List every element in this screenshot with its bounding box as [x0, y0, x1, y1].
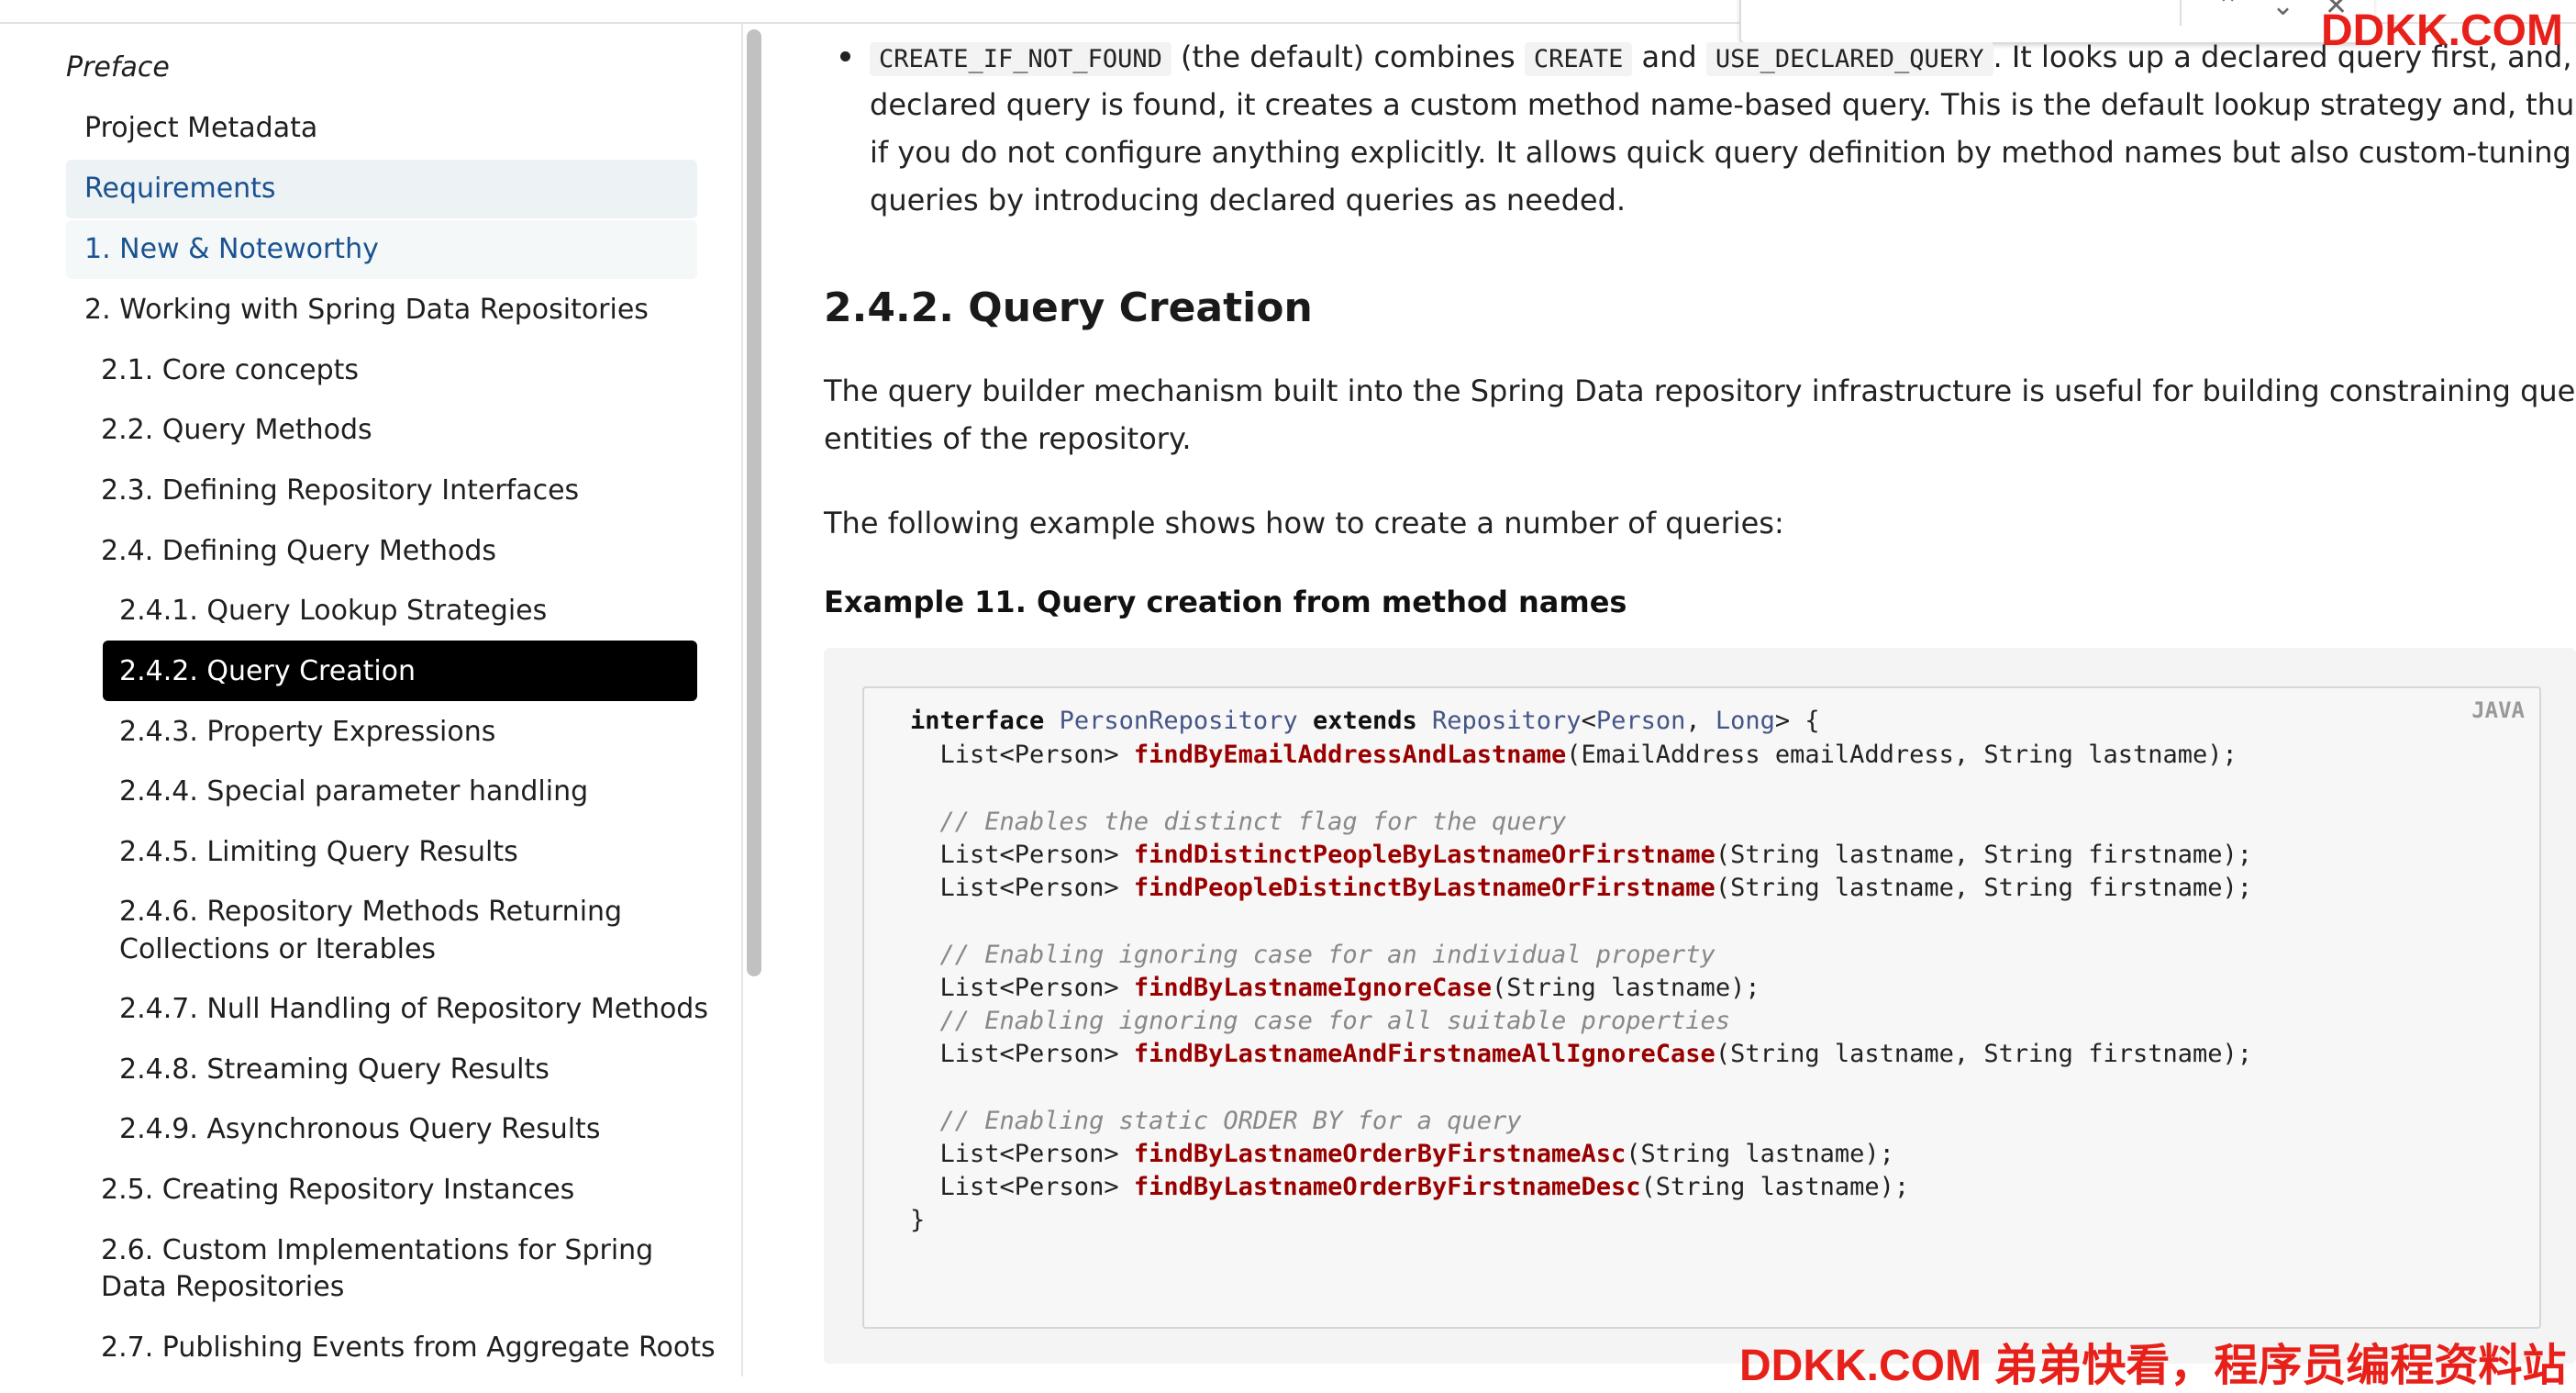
code-params: (String lastname); [1640, 1173, 1910, 1201]
inline-code-use-declared-query: USE_DECLARED_QUERY [1705, 42, 1993, 76]
toc-item-streaming-query-results[interactable]: 2.4.8. Streaming Query Results [119, 1052, 550, 1088]
bullet-text-1: (the default) combines [1171, 39, 1525, 74]
code-method-name: findByLastnameAndFirstnameAllIgnoreCase [1133, 1040, 1715, 1068]
code-punct: , [1685, 707, 1715, 735]
toc-item-new-noteworthy[interactable]: 1. New & Noteworthy [84, 231, 379, 268]
toc-item-limiting-query-results[interactable]: 2.4.5. Limiting Query Results [119, 834, 518, 871]
toc-item-defining-repository-interfaces[interactable]: 2.3. Defining Repository Interfaces [101, 473, 579, 509]
paragraph-2: The following example shows how to creat… [824, 506, 1784, 540]
code-type: Person [1595, 707, 1686, 735]
find-prev-icon[interactable]: ⌃ [2216, 0, 2239, 20]
code-line-method: List<Person> findByEmailAddressAndLastna… [910, 739, 2237, 772]
code-line-method: List<Person> findByLastnameAndFirstnameA… [910, 1038, 2253, 1071]
toc-item-custom-implementations[interactable]: 2.6. Custom Implementations for Spring [101, 1232, 653, 1269]
inline-code-create-if-not-found: CREATE_IF_NOT_FOUND [870, 42, 1171, 76]
toc-item-special-parameter-handling[interactable]: 2.4.4. Special parameter handling [119, 774, 588, 810]
toc-item-core-concepts[interactable]: 2.1. Core concepts [101, 352, 359, 389]
code-method-name: findPeopleDistinctByLastnameOrFirstname [1133, 874, 1715, 902]
watermark-bottom: DDKK.COM 弟弟快看，程序员编程资料站 [1739, 1342, 2567, 1390]
code-method-name: findDistinctPeopleByLastnameOrFirstname [1133, 841, 1715, 869]
find-next-icon[interactable]: ⌄ [2271, 0, 2294, 20]
find-bar-divider [2180, 0, 2182, 26]
code-listing: JAVA interface PersonRepository extends … [862, 686, 2541, 1329]
code-return-type: List<Person> [910, 974, 1134, 1002]
code-params: (String lastname); [1491, 974, 1760, 1002]
code-line-method: List<Person> findByLastnameIgnoreCase(St… [910, 972, 1760, 1005]
toc-item-custom-implementations-line2[interactable]: Data Repositories [101, 1269, 344, 1306]
code-line-method: List<Person> findByLastnameOrderByFirstn… [910, 1138, 1894, 1171]
code-comment: // Enabling ignoring case for an individ… [910, 941, 1715, 969]
toc-item-query-methods[interactable]: 2.2. Query Methods [101, 412, 372, 449]
toc-sidebar: Preface Project Metadata Requirements 1.… [0, 24, 741, 1376]
code-keyword: extends [1312, 707, 1417, 735]
sidebar-scrollbar-thumb[interactable] [747, 29, 761, 976]
code-params: (String lastname, String firstname); [1715, 874, 2253, 902]
code-params: (String lastname, String firstname); [1715, 841, 2253, 869]
bullet-line-2: declared query is found, it creates a cu… [870, 87, 2576, 122]
code-return-type: List<Person> [910, 841, 1134, 869]
toc-item-repository-methods-returning[interactable]: 2.4.6. Repository Methods Returning [119, 894, 622, 931]
bullet-marker [840, 51, 850, 61]
code-return-type: List<Person> [910, 874, 1134, 902]
code-line-interface: interface PersonRepository extends Repos… [910, 705, 1820, 738]
code-method-name: findByLastnameOrderByFirstnameDesc [1133, 1173, 1641, 1201]
toc-item-property-expressions[interactable]: 2.4.3. Property Expressions [119, 714, 495, 751]
code-type: Repository [1432, 707, 1582, 735]
code-return-type: List<Person> [910, 741, 1134, 769]
code-closing-brace: } [910, 1206, 926, 1234]
code-type: Long [1715, 707, 1775, 735]
code-comment: // Enabling ignoring case for all suitab… [910, 1007, 1731, 1035]
bullet-line-4: queries by introducing declared queries … [870, 183, 1627, 217]
code-params: (String lastname, String firstname); [1715, 1040, 2253, 1068]
code-return-type: List<Person> [910, 1040, 1134, 1068]
bullet-line-1: CREATE_IF_NOT_FOUND (the default) combin… [870, 33, 2576, 84]
code-line-method: List<Person> findDistinctPeopleByLastnam… [910, 839, 2253, 872]
code-method-name: findByLastnameOrderByFirstnameAsc [1133, 1140, 1627, 1168]
paragraph-1-line-2: entities of the repository. [824, 421, 1192, 456]
toc-item-defining-query-methods[interactable]: 2.4. Defining Query Methods [101, 533, 496, 570]
inline-code-create: CREATE [1524, 42, 1633, 76]
code-line-method: List<Person> findByLastnameOrderByFirstn… [910, 1171, 1910, 1204]
toc-item-query-lookup-strategies[interactable]: 2.4.1. Query Lookup Strategies [119, 593, 547, 630]
example-title: Example 11. Query creation from method n… [824, 585, 1627, 619]
code-type: PersonRepository [1059, 707, 1298, 735]
toc-item-repository-methods-returning-line2[interactable]: Collections or Iterables [119, 931, 436, 968]
code-punct: < [1581, 707, 1596, 735]
bullet-text-3: . It looks up a declared query first, an… [1993, 39, 2576, 74]
code-params: (EmailAddress emailAddress, String lastn… [1566, 741, 2237, 769]
code-comment: // Enabling static ORDER BY for a query [910, 1107, 1522, 1135]
toc-item-publishing-events[interactable]: 2.7. Publishing Events from Aggregate Ro… [101, 1330, 716, 1366]
code-line-method: List<Person> findPeopleDistinctByLastnam… [910, 872, 2253, 905]
toc-item-working-with-repositories[interactable]: 2. Working with Spring Data Repositories [84, 292, 649, 329]
toc-item-asynchronous-query-results[interactable]: 2.4.9. Asynchronous Query Results [119, 1111, 600, 1148]
bullet-line-3: if you do not configure anything explici… [870, 135, 2576, 170]
toc-item-null-handling[interactable]: 2.4.7. Null Handling of Repository Metho… [119, 991, 708, 1028]
toc-item-requirements[interactable]: Requirements [84, 171, 276, 207]
bullet-text-2: and [1632, 39, 1706, 74]
paragraph-1-line-1: The query builder mechanism built into t… [824, 373, 2576, 408]
toc-item-creating-repository-instances[interactable]: 2.5. Creating Repository Instances [101, 1172, 574, 1209]
code-params: (String lastname); [1626, 1140, 1894, 1168]
section-heading: 2.4.2. Query Creation [824, 284, 1313, 331]
toc-item-project-metadata[interactable]: Project Metadata [84, 110, 317, 147]
code-punct: > { [1774, 707, 1820, 735]
toc-item-preface[interactable]: Preface [66, 50, 170, 86]
code-method-name: findByEmailAddressAndLastname [1133, 741, 1567, 769]
code-return-type: List<Person> [910, 1173, 1134, 1201]
code-method-name: findByLastnameIgnoreCase [1133, 974, 1492, 1002]
code-comment: // Enables the distinct flag for the que… [910, 808, 1567, 836]
code-keyword: interface [910, 707, 1045, 735]
code-language-label: JAVA [2471, 697, 2525, 723]
code-return-type: List<Person> [910, 1140, 1134, 1168]
toc-item-query-creation-active[interactable]: 2.4.2. Query Creation [119, 653, 416, 690]
